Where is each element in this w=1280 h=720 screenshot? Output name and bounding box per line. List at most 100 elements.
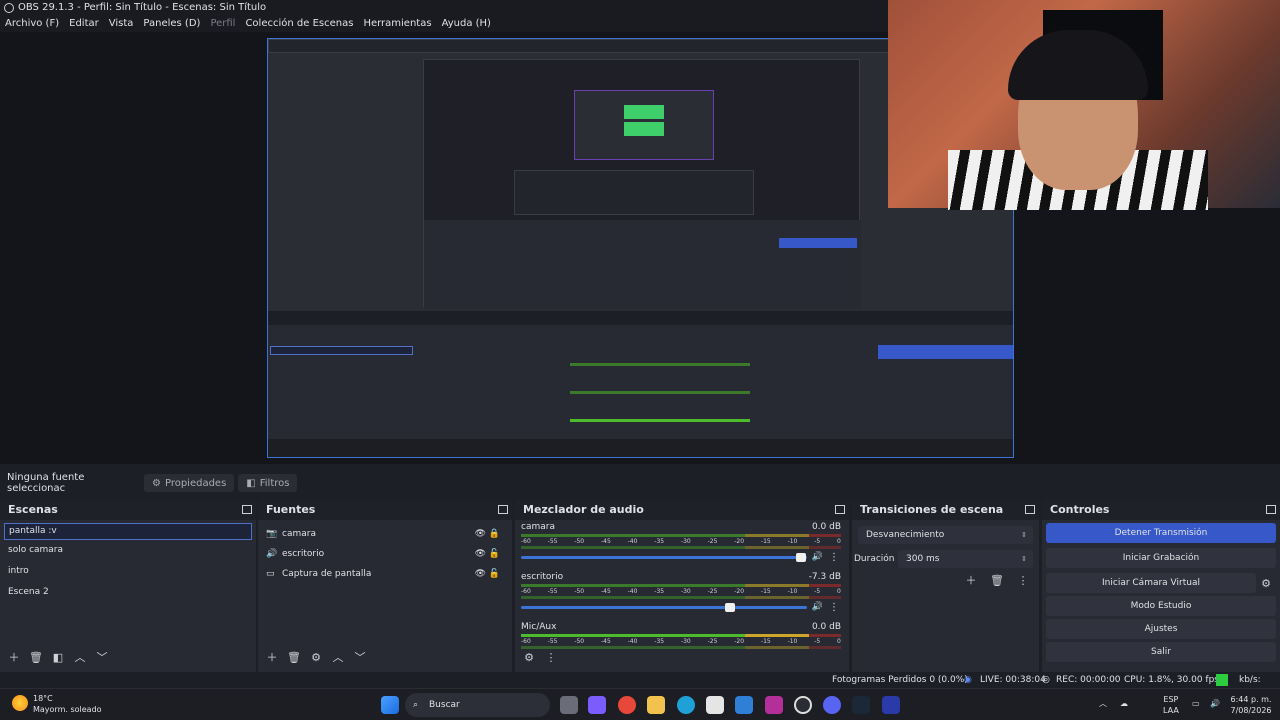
undock-icon[interactable] — [1025, 505, 1035, 514]
meter-scale: -60 -55 -50 -45 -40 -35 -30 -25 -20 -15 -10 -5 0 — [521, 588, 841, 595]
scale-tick: -35 — [654, 638, 665, 645]
broadcast-icon: ◉ — [964, 675, 972, 685]
duration-spinbox[interactable]: 300 ms ⇕ — [898, 550, 1033, 568]
undock-icon[interactable] — [242, 505, 252, 514]
trash-icon[interactable]: 🗑 — [286, 649, 302, 665]
volume-slider[interactable] — [521, 553, 807, 562]
eye-icon[interactable]: 👁 — [475, 549, 486, 559]
task-view-icon[interactable] — [560, 696, 578, 714]
menu-herramientas[interactable]: Herramientas — [358, 16, 436, 32]
discord-icon[interactable] — [823, 696, 841, 714]
obs-icon[interactable] — [794, 696, 812, 714]
scene-item[interactable]: solo camara — [0, 540, 256, 561]
app-icon[interactable] — [765, 696, 783, 714]
cpu-fps: CPU: 1.8%, 30.00 fps — [1124, 675, 1219, 685]
gear-icon[interactable]: ⚙ — [308, 649, 324, 665]
nested-docks — [268, 311, 1013, 457]
app-icon[interactable] — [882, 696, 900, 714]
scene-item[interactable]: Escena 2 — [0, 582, 256, 603]
menu-perfil[interactable]: Perfil — [205, 16, 240, 32]
scene-item[interactable]: pantalla :v — [4, 523, 252, 540]
wifi-icon[interactable]: ▭ — [1192, 698, 1200, 709]
undock-icon[interactable] — [498, 505, 508, 514]
sources-header: Fuentes — [258, 500, 512, 520]
taskbar-search[interactable]: ⌕ Buscar — [405, 693, 550, 717]
properties-button[interactable]: ⚙ Propiedades — [144, 474, 235, 492]
scene-item[interactable]: intro — [0, 561, 256, 582]
trash-icon[interactable]: 🗑 — [28, 649, 44, 665]
unlock-icon[interactable]: 🔓 — [489, 549, 500, 559]
speaker-icon: 🔊 — [266, 549, 278, 559]
scale-tick: -10 — [787, 638, 798, 645]
windows-start-icon[interactable] — [381, 696, 399, 714]
scale-tick: -25 — [707, 588, 718, 595]
menu-ayuda[interactable]: Ayuda (H) — [437, 16, 496, 32]
more-vertical-icon[interactable]: ⋮ — [829, 602, 839, 613]
lock-icon[interactable]: 🔒 — [489, 529, 500, 539]
trash-icon[interactable]: 🗑 — [989, 572, 1005, 588]
more-vertical-icon[interactable]: ⋮ — [1015, 572, 1031, 588]
filters-icon[interactable]: ◧ — [50, 649, 66, 665]
menu-editar[interactable]: Editar — [64, 16, 104, 32]
settings-button[interactable]: Ajustes — [1046, 619, 1276, 639]
add-icon[interactable]: ＋ — [963, 572, 979, 588]
volume-icon[interactable]: 🔊 — [1210, 698, 1220, 709]
eye-icon[interactable]: 👁 — [475, 529, 486, 539]
scale-tick: 0 — [837, 638, 841, 645]
clock[interactable]: 6:44 p. m. 7/08/2026 — [1226, 694, 1276, 716]
stop-streaming-button[interactable]: Detener Transmisión — [1046, 523, 1276, 543]
exit-button[interactable]: Salir — [1046, 642, 1276, 662]
volume-slider-handle[interactable] — [796, 553, 807, 562]
chevron-down-icon[interactable]: ﹀ — [352, 649, 368, 665]
add-icon[interactable]: ＋ — [6, 649, 22, 665]
source-toolbar: Ninguna fuente seleccionac ⚙ Propiedades… — [0, 472, 1280, 494]
file-explorer-icon[interactable] — [647, 696, 665, 714]
studio-mode-button[interactable]: Modo Estudio — [1046, 596, 1276, 616]
undock-icon[interactable] — [1266, 505, 1276, 514]
transition-select[interactable]: Desvanecimiento ⇕ — [858, 526, 1033, 544]
source-item[interactable]: 🔊 escritorio 👁 🔓 — [258, 544, 512, 564]
menu-vista[interactable]: Vista — [104, 16, 139, 32]
mute-speaker-icon[interactable]: 🔊 — [812, 552, 823, 562]
store-icon[interactable] — [706, 696, 724, 714]
scale-tick: -30 — [680, 538, 691, 545]
undock-icon[interactable] — [835, 505, 845, 514]
menu-paneles[interactable]: Paneles (D) — [138, 16, 205, 32]
source-item[interactable]: ▭ Captura de pantalla 👁 🔓 — [258, 564, 512, 584]
network-icon[interactable]: ☁ — [1120, 698, 1128, 709]
mute-speaker-icon[interactable]: 🔊 — [812, 602, 823, 612]
scale-tick: -30 — [680, 638, 691, 645]
volume-slider[interactable] — [521, 603, 807, 612]
start-recording-button[interactable]: Iniciar Grabación — [1046, 548, 1276, 568]
chevron-up-icon[interactable]: ︿ — [72, 649, 88, 665]
advanced-audio-icon[interactable]: ⚙ — [521, 649, 537, 665]
source-item[interactable]: 📷 camara 👁 🔒 — [258, 524, 512, 544]
more-vertical-icon[interactable]: ⋮ — [829, 552, 839, 563]
scenes-toolbar: ＋ 🗑 ◧ ︿ ﹀ — [0, 646, 110, 668]
more-vertical-icon[interactable]: ⋮ — [543, 649, 559, 665]
channel-db: -7.3 dB — [808, 572, 841, 582]
add-icon[interactable]: ＋ — [264, 649, 280, 665]
rec-time: REC: 00:00:00 — [1056, 675, 1121, 685]
unlock-icon[interactable]: 🔓 — [489, 569, 500, 579]
gear-icon[interactable]: ⚙ — [1258, 575, 1274, 591]
menu-archivo[interactable]: Archivo (F) — [0, 16, 64, 32]
menu-coleccion-escenas[interactable]: Colección de Escenas — [240, 16, 358, 32]
weather-widget[interactable]: 18°C Mayorm. soleado — [33, 693, 102, 715]
copilot-icon[interactable] — [588, 696, 606, 714]
steam-icon[interactable] — [852, 696, 870, 714]
audio-mixer-dock: Mezclador de audio camara 0.0 dB -60 -55 -50… — [515, 500, 849, 672]
filters-button[interactable]: ◧ Filtros — [238, 474, 298, 492]
start-virtual-camera-button[interactable]: Iniciar Cámara Virtual — [1046, 573, 1256, 593]
chevron-down-icon[interactable]: ﹀ — [94, 649, 110, 665]
chevron-up-icon[interactable]: ︿ — [330, 649, 346, 665]
duration-label: Duración — [854, 554, 895, 564]
scale-tick: -5 — [814, 588, 821, 595]
language-indicator[interactable]: ESP LAA — [1163, 694, 1179, 716]
edge-icon[interactable] — [677, 696, 695, 714]
chrome-icon[interactable] — [618, 696, 636, 714]
volume-slider-handle[interactable] — [724, 603, 735, 612]
eye-icon[interactable]: 👁 — [475, 569, 486, 579]
chevron-up-icon[interactable]: ︿ — [1099, 698, 1107, 709]
mail-icon[interactable] — [735, 696, 753, 714]
